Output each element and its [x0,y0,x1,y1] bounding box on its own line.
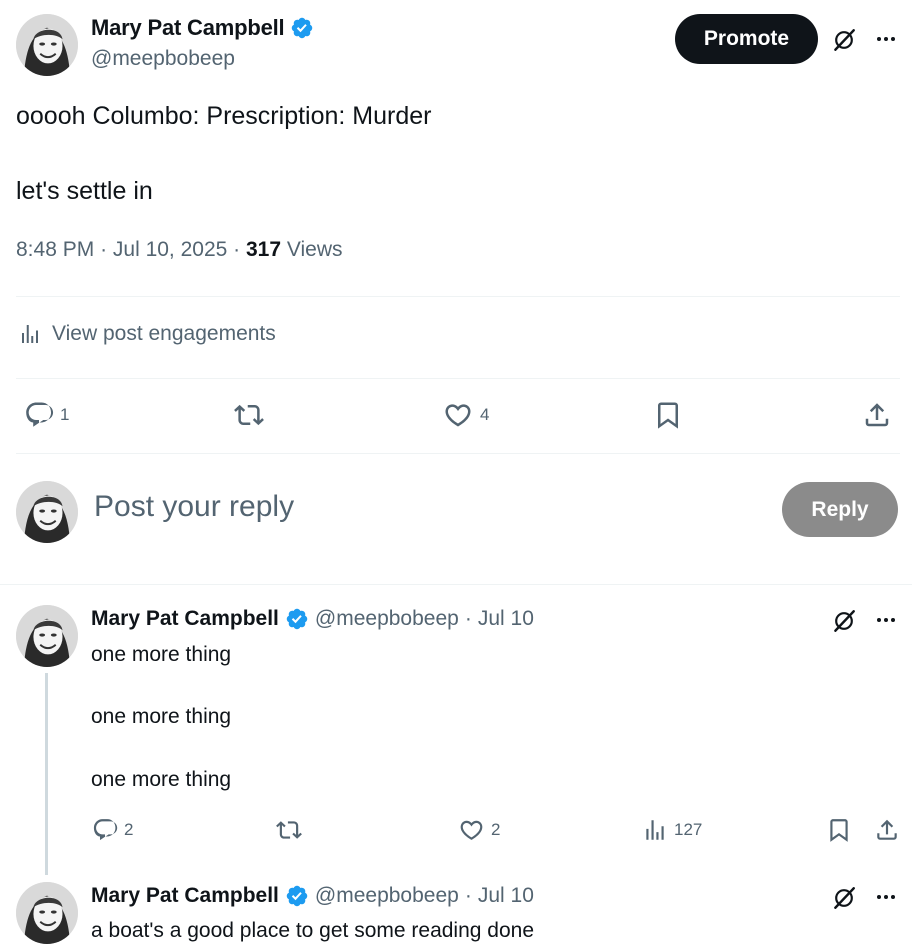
reply-avatar[interactable] [16,605,78,667]
meta-separator: · [100,238,113,261]
reply-button[interactable]: Reply [782,482,898,537]
reply-header: Mary Pat Campbell @meepbobeep · Jul 10 [91,884,534,908]
divider [16,378,900,379]
reply-input[interactable]: Post your reply [94,490,294,524]
repost-icon [232,400,266,430]
repost-action[interactable] [274,817,310,843]
grok-icon[interactable] [830,26,858,54]
reply-count: 1 [60,405,70,424]
view-engagements-label: View post engagements [52,322,276,345]
grok-icon[interactable] [830,884,858,912]
analytics-icon [18,322,42,346]
post-meta: 8:48 PM · Jul 10, 2025 · 317 Views [16,238,343,262]
post-time[interactable]: 8:48 PM [16,238,94,261]
views-count: 127 [674,820,703,839]
reply-action[interactable]: 1 [24,400,69,430]
like-icon [442,400,474,430]
share-action[interactable] [874,817,900,843]
repost-icon [274,817,304,843]
views-label: Views [286,238,343,261]
composer-avatar[interactable] [16,481,78,543]
verified-badge-icon [285,607,309,631]
like-icon [458,817,485,843]
like-action[interactable]: 2 [458,817,500,843]
bookmark-action[interactable] [653,400,683,430]
bookmark-action[interactable] [826,817,852,843]
more-icon[interactable] [873,607,899,633]
reply-date[interactable]: Jul 10 [478,607,534,631]
reply-icon [92,817,118,843]
reply-author-name[interactable]: Mary Pat Campbell [91,607,279,631]
share-action[interactable] [862,400,892,430]
post-text-line-1: ooooh Columbo: Prescription: Murder [16,102,432,130]
share-icon [862,400,892,430]
bookmark-icon [826,817,852,843]
divider [16,296,900,297]
verified-badge-icon [290,16,314,40]
reply-header: Mary Pat Campbell @meepbobeep · Jul 10 [91,607,534,631]
divider [16,453,900,454]
author-name[interactable]: Mary Pat Campbell [91,15,314,41]
bookmark-icon [653,400,683,430]
repost-action[interactable] [232,400,272,430]
reply-text-line: one more thing [91,768,232,791]
views-action[interactable]: 127 [642,817,702,843]
analytics-icon [642,817,668,843]
views-count: 317 [246,238,282,261]
thread-line [45,673,48,875]
reply-text-line: one more thing [91,705,232,728]
author-name-text[interactable]: Mary Pat Campbell [91,15,285,41]
reply-action[interactable]: 2 [92,817,133,843]
author-avatar[interactable] [16,14,78,76]
more-icon[interactable] [873,26,899,52]
like-count: 2 [491,820,501,839]
more-icon[interactable] [873,884,899,910]
view-engagements-link[interactable]: View post engagements [18,322,276,346]
reply-avatar[interactable] [16,882,78,944]
reply-author-name[interactable]: Mary Pat Campbell [91,884,279,908]
meta-separator: · [233,238,246,261]
reply-author-handle[interactable]: @meepbobeep [315,884,459,908]
verified-badge-icon [285,884,309,908]
author-handle[interactable]: @meepbobeep [91,47,235,71]
reply-date[interactable]: Jul 10 [478,884,534,908]
reply-separator: · [464,607,472,630]
share-icon [874,817,900,843]
like-action[interactable]: 4 [442,400,489,430]
grok-icon[interactable] [830,607,858,635]
reply-author-handle[interactable]: @meepbobeep [315,607,459,631]
reply-separator: · [464,884,472,907]
like-count: 4 [480,405,490,424]
post-text-line-2: let's settle in [16,177,153,205]
reply-text-line: one more thing [91,643,232,666]
promote-button[interactable]: Promote [675,14,818,64]
reply-text-line: a boat's a good place to get some readin… [91,919,534,942]
reply-count: 2 [124,820,134,839]
reply-icon [24,400,54,430]
post-date[interactable]: Jul 10, 2025 [113,238,227,261]
section-divider [0,584,912,585]
